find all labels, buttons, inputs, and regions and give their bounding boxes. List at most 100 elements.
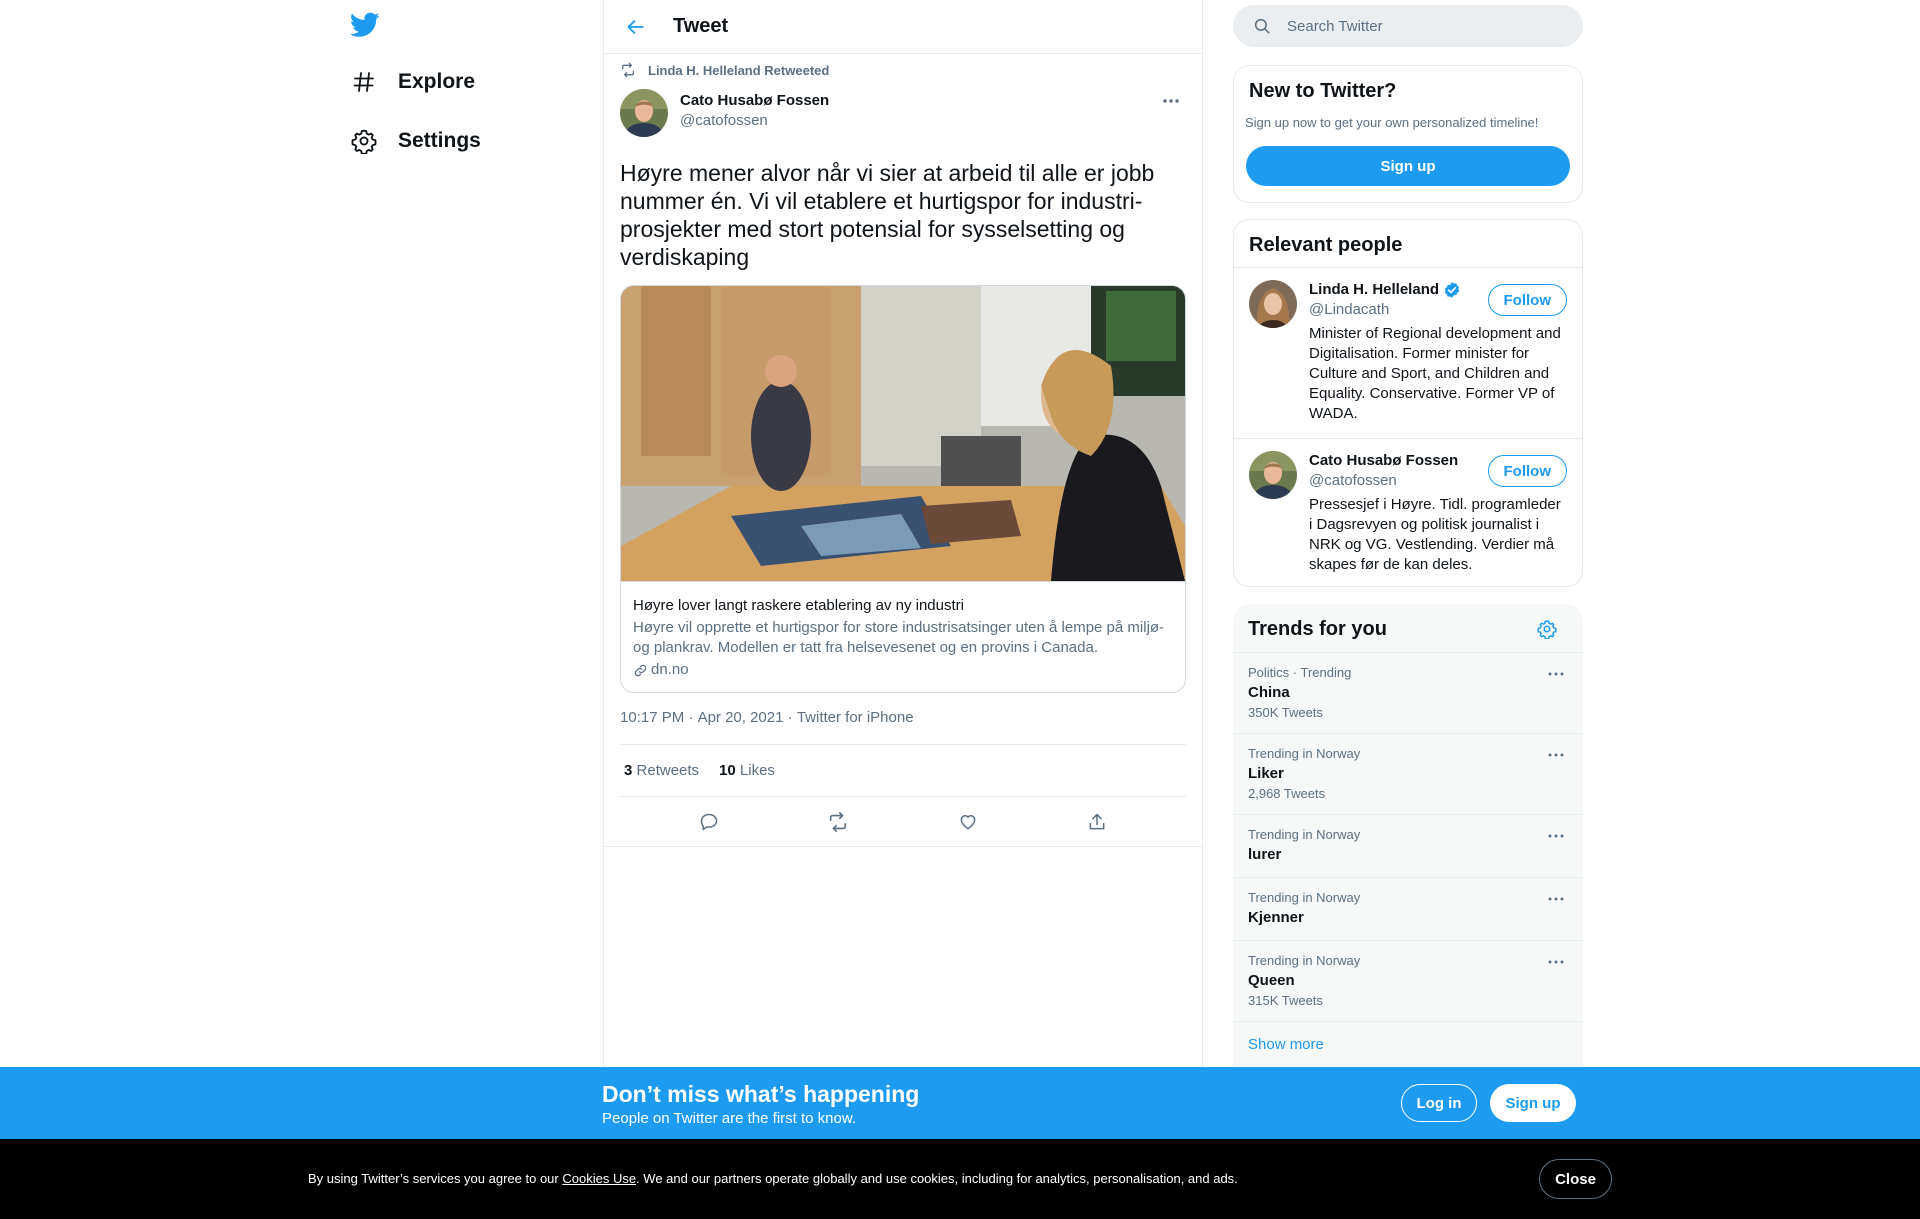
- likes-label: Likes: [739, 762, 775, 779]
- follow-button[interactable]: Follow: [1487, 284, 1567, 316]
- new-to-twitter-subtitle: Sign up now to get your own personalized…: [1245, 115, 1539, 130]
- nav-explore-label: Explore: [398, 70, 476, 93]
- card-domain: dn.no: [633, 660, 1173, 680]
- sign-up-button[interactable]: Sign up: [1246, 146, 1570, 186]
- trend-count: 2,968 Tweets: [1248, 786, 1326, 801]
- tweet-time[interactable]: 10:17 PM: [620, 709, 684, 729]
- trend-name: Kjenner: [1248, 909, 1304, 926]
- author-row: Cato Husabø Fossen @catofossen: [620, 89, 1186, 137]
- back-arrow-icon[interactable]: [618, 9, 654, 45]
- trend-context: Politics · Trending: [1248, 665, 1352, 680]
- retweeted-by-label: Linda H. Helleland Retweeted: [648, 62, 830, 78]
- main-column: Tweet Linda H. Helleland Retweeted Cato …: [603, 0, 1203, 1219]
- retweet-small-icon: [622, 62, 634, 78]
- banner-title: Don’t miss what’s happening: [602, 1081, 920, 1107]
- meta-separator: ·: [684, 709, 698, 726]
- tweet-date[interactable]: Apr 20, 2021: [698, 709, 784, 729]
- new-to-twitter-box: New to Twitter? Sign up now to get your …: [1233, 65, 1583, 203]
- hashtag-icon: [350, 68, 378, 96]
- reply-icon[interactable]: [691, 804, 727, 840]
- search-input[interactable]: [1287, 17, 1547, 35]
- retweet-icon[interactable]: [820, 804, 856, 840]
- person-name-text: Linda H. Helleland: [1309, 281, 1440, 298]
- nav-settings[interactable]: Settings: [350, 117, 481, 165]
- trend-item[interactable]: Trending in Norway Queen 315K Tweets: [1233, 941, 1583, 1022]
- page-title: Tweet: [673, 15, 729, 37]
- card-description: Høyre vil opprette et hurtigspor for sto…: [633, 619, 1165, 656]
- relevant-people-title: Relevant people: [1249, 234, 1403, 256]
- gear-icon: [350, 127, 378, 155]
- cookie-text: By using Twitter’s services you agree to…: [308, 1171, 1238, 1186]
- more-options-icon[interactable]: [1543, 890, 1569, 908]
- trend-name: Queen: [1248, 972, 1295, 989]
- trend-name: China: [1248, 684, 1290, 701]
- new-to-twitter-title: New to Twitter?: [1249, 80, 1397, 102]
- search-bar[interactable]: [1233, 5, 1583, 47]
- trends-header: Trends for you: [1233, 604, 1583, 653]
- share-icon[interactable]: [1079, 804, 1115, 840]
- relevant-people-box: Relevant people Linda H. Helleland @Lind…: [1233, 219, 1583, 587]
- trend-context: Trending in Norway: [1248, 890, 1361, 905]
- more-options-icon[interactable]: [1543, 827, 1569, 845]
- relevant-people-header: Relevant people: [1234, 220, 1582, 268]
- follow-button[interactable]: Follow: [1487, 455, 1567, 487]
- cookie-text-before: By using Twitter’s services you agree to…: [308, 1171, 563, 1186]
- log-in-button[interactable]: Log in: [1401, 1084, 1477, 1122]
- tweet: Linda H. Helleland Retweeted Cato Husabø…: [604, 55, 1202, 847]
- banner-subtitle: People on Twitter are the first to know.: [602, 1110, 857, 1127]
- author-name[interactable]: Cato Husabø Fossen: [680, 91, 829, 111]
- meta-separator: ·: [783, 709, 797, 726]
- signup-banner: Don’t miss what’s happening People on Tw…: [0, 1067, 1920, 1139]
- like-heart-icon[interactable]: [950, 804, 986, 840]
- link-card[interactable]: Høyre lover langt raskere etablering av …: [620, 285, 1186, 693]
- trend-name: Liker: [1248, 765, 1284, 782]
- tweet-actions: [604, 797, 1202, 847]
- cookies-use-link[interactable]: Cookies Use: [562, 1171, 636, 1186]
- trend-context: Trending in Norway: [1248, 827, 1361, 842]
- trend-item[interactable]: Politics · Trending China 350K Tweets: [1233, 653, 1583, 734]
- person-card[interactable]: Cato Husabø Fossen @catofossen Pressesje…: [1234, 438, 1582, 586]
- tweet-stats: 3 Retweets 10 Likes: [620, 744, 1186, 797]
- more-options-icon[interactable]: [1543, 953, 1569, 971]
- person-avatar[interactable]: [1249, 451, 1297, 499]
- trend-context: Trending in Norway: [1248, 746, 1361, 761]
- person-bio: Pressesjef i Høyre. Tidl. programleder i…: [1309, 496, 1561, 573]
- cookie-bar: By using Twitter’s services you agree to…: [0, 1139, 1920, 1219]
- verified-badge-icon: [1444, 282, 1460, 298]
- likes-stat[interactable]: 10 Likes: [719, 762, 775, 779]
- search-icon: [1254, 18, 1270, 34]
- trend-item[interactable]: Trending in Norway lurer: [1233, 815, 1583, 878]
- trend-item[interactable]: Trending in Norway Kjenner: [1233, 878, 1583, 941]
- author-names: Cato Husabø Fossen @catofossen: [680, 91, 829, 131]
- tweet-source[interactable]: Twitter for iPhone: [797, 709, 914, 729]
- link-icon: [634, 664, 647, 676]
- person-card[interactable]: Linda H. Helleland @Lindacath Minister o…: [1234, 268, 1582, 438]
- twitter-bird-icon[interactable]: [349, 12, 382, 40]
- more-options-icon[interactable]: [1156, 91, 1186, 111]
- person-bio: Minister of Regional development and Dig…: [1309, 325, 1561, 422]
- trend-context: Trending in Norway: [1248, 953, 1361, 968]
- banner-sign-up-button[interactable]: Sign up: [1490, 1084, 1576, 1122]
- trends-settings-gear-icon[interactable]: [1537, 619, 1557, 644]
- cookie-text-after: . We and our partners operate globally a…: [636, 1171, 1238, 1186]
- show-more-link[interactable]: Show more: [1233, 1022, 1583, 1067]
- retweets-stat[interactable]: 3 Retweets: [624, 762, 699, 779]
- trend-count: 350K Tweets: [1248, 705, 1323, 720]
- more-options-icon[interactable]: [1543, 665, 1569, 683]
- nav-explore[interactable]: Explore: [350, 58, 475, 106]
- card-title: Høyre lover langt raskere etablering av …: [633, 597, 964, 614]
- main-header: Tweet: [604, 0, 1202, 54]
- nav-settings-label: Settings: [398, 129, 481, 152]
- author-avatar[interactable]: [620, 89, 668, 137]
- trends-title: Trends for you: [1248, 618, 1387, 640]
- person-avatar[interactable]: [1249, 280, 1297, 328]
- more-options-icon[interactable]: [1543, 746, 1569, 764]
- close-cookie-button[interactable]: Close: [1539, 1159, 1612, 1199]
- card-body: Høyre lover langt raskere etablering av …: [621, 581, 1185, 692]
- trend-item[interactable]: Trending in Norway Liker 2,968 Tweets: [1233, 734, 1583, 815]
- author-handle[interactable]: @catofossen: [680, 111, 829, 131]
- card-image: [621, 286, 1185, 581]
- retweets-count: 3: [624, 762, 633, 779]
- tweet-meta: 10:17 PM · Apr 20, 2021 · Twitter for iP…: [620, 709, 1186, 729]
- retweet-context[interactable]: Linda H. Helleland Retweeted: [620, 55, 1186, 85]
